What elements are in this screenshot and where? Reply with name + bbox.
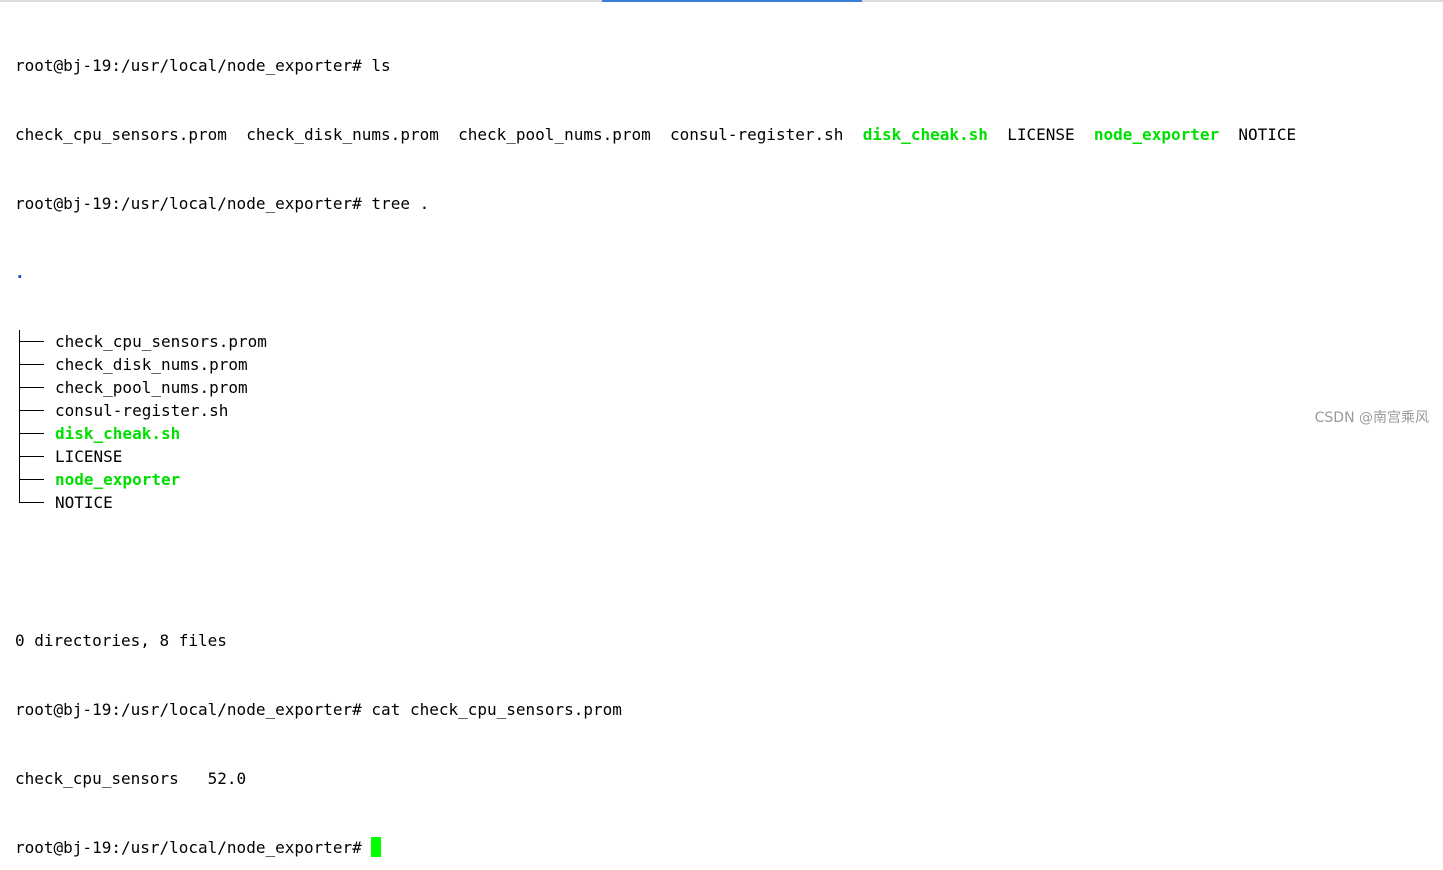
tree-item-name: consul-register.sh <box>55 401 229 420</box>
tree-summary: 0 directories, 8 files <box>15 631 227 650</box>
tree-item-name: disk_cheak.sh <box>55 424 181 443</box>
ls-file-entry: check_cpu_sensors.prom <box>15 125 227 144</box>
tree-item: consul-register.sh <box>15 399 1443 422</box>
shell-prompt: root@bj-19:/usr/local/node_exporter# <box>15 838 362 857</box>
ls-file-entry: disk_cheak.sh <box>862 125 988 144</box>
tree-branch-connector <box>15 468 55 491</box>
ls-file-entry: check_pool_nums.prom <box>458 125 651 144</box>
command-line-cat: root@bj-19:/usr/local/node_exporter# cat… <box>15 698 1443 721</box>
watermark: CSDN @南宫乘风 <box>1314 410 1429 426</box>
tree-item-name: check_pool_nums.prom <box>55 378 248 397</box>
cat-output: check_cpu_sensors 52.0 <box>15 769 247 788</box>
tree-item-name: NOTICE <box>55 493 113 512</box>
tree-branch-connector <box>15 422 55 445</box>
command-line-current[interactable]: root@bj-19:/usr/local/node_exporter# <box>15 836 1443 859</box>
ls-file-entry: consul-register.sh <box>670 125 844 144</box>
command-text: tree . <box>371 194 430 213</box>
terminal-cursor <box>371 837 382 857</box>
tree-item: check_pool_nums.prom <box>15 376 1443 399</box>
tree-listing: check_cpu_sensors.prom check_disk_nums.pr… <box>15 330 1443 514</box>
tree-item: disk_cheak.sh <box>15 422 1443 445</box>
tree-item-name: LICENSE <box>55 447 123 466</box>
window-top-border <box>0 0 1443 2</box>
tree-branch-connector <box>15 491 55 514</box>
tree-item: node_exporter <box>15 468 1443 491</box>
tree-item: LICENSE <box>15 445 1443 468</box>
tree-item-name: check_disk_nums.prom <box>55 355 248 374</box>
tree-root: . <box>15 263 25 282</box>
tree-item: check_cpu_sensors.prom <box>15 330 1443 353</box>
tree-item: NOTICE <box>15 491 1443 514</box>
ls-output-line: check_cpu_sensors.prom check_disk_nums.p… <box>15 123 1443 146</box>
command-text: ls <box>371 56 391 75</box>
tree-branch-connector <box>15 353 55 376</box>
tree-branch-connector <box>15 399 55 422</box>
tree-item-name: check_cpu_sensors.prom <box>55 332 267 351</box>
ls-file-entry: NOTICE <box>1238 125 1297 144</box>
tree-item: check_disk_nums.prom <box>15 353 1443 376</box>
ls-file-entry: node_exporter <box>1093 125 1220 144</box>
ls-file-entry: LICENSE <box>1007 125 1075 144</box>
command-line-tree: root@bj-19:/usr/local/node_exporter# tre… <box>15 192 1443 215</box>
ls-file-entry: check_disk_nums.prom <box>246 125 439 144</box>
shell-prompt: root@bj-19:/usr/local/node_exporter# <box>15 56 362 75</box>
tree-branch-connector <box>15 376 55 399</box>
tree-branch-connector <box>15 445 55 468</box>
tree-item-name: node_exporter <box>55 470 181 489</box>
tree-branch-connector <box>15 330 55 353</box>
tab-indicator <box>602 0 862 2</box>
shell-prompt: root@bj-19:/usr/local/node_exporter# <box>15 194 362 213</box>
terminal-output[interactable]: root@bj-19:/usr/local/node_exporter# ls … <box>15 8 1443 857</box>
command-line-ls: root@bj-19:/usr/local/node_exporter# ls <box>15 54 1443 77</box>
command-text: cat check_cpu_sensors.prom <box>371 700 622 719</box>
shell-prompt: root@bj-19:/usr/local/node_exporter# <box>15 700 362 719</box>
